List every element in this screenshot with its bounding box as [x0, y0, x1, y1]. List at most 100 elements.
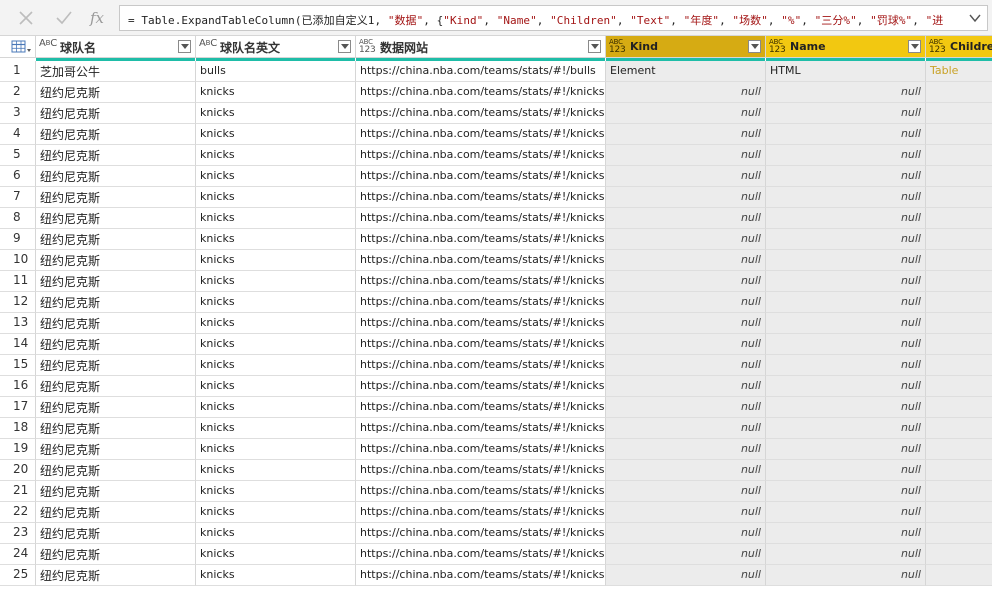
- row-number[interactable]: 20: [0, 460, 36, 481]
- cell-name[interactable]: null: [766, 82, 926, 103]
- expand-formula-button[interactable]: [967, 10, 983, 26]
- column-filter-dropdown[interactable]: [908, 40, 921, 53]
- cell-kind[interactable]: null: [606, 460, 766, 481]
- cell-url[interactable]: https://china.nba.com/teams/stats/#!/kni…: [356, 481, 606, 502]
- table-row[interactable]: 18 纽约尼克斯 knicks https://china.nba.com/teams…: [0, 418, 992, 439]
- cell-en[interactable]: knicks: [196, 229, 356, 250]
- cell-en[interactable]: knicks: [196, 355, 356, 376]
- cell-team[interactable]: 纽约尼克斯: [36, 376, 196, 397]
- cell-team[interactable]: 纽约尼克斯: [36, 355, 196, 376]
- row-number[interactable]: 13: [0, 313, 36, 334]
- cell-name[interactable]: null: [766, 418, 926, 439]
- cell-name[interactable]: null: [766, 145, 926, 166]
- cell-en[interactable]: knicks: [196, 418, 356, 439]
- table-row[interactable]: 12 纽约尼克斯 knicks https://china.nba.com/teams…: [0, 292, 992, 313]
- cell-url[interactable]: https://china.nba.com/teams/stats/#!/kni…: [356, 334, 606, 355]
- cell-name[interactable]: null: [766, 271, 926, 292]
- cell-en[interactable]: knicks: [196, 250, 356, 271]
- cell-children[interactable]: [926, 166, 992, 187]
- cell-kind[interactable]: null: [606, 313, 766, 334]
- cell-en[interactable]: knicks: [196, 82, 356, 103]
- cell-url[interactable]: https://china.nba.com/teams/stats/#!/kni…: [356, 439, 606, 460]
- cell-name[interactable]: null: [766, 166, 926, 187]
- cell-kind[interactable]: null: [606, 397, 766, 418]
- cell-en[interactable]: knicks: [196, 103, 356, 124]
- row-number[interactable]: 1: [0, 61, 36, 82]
- row-number[interactable]: 19: [0, 439, 36, 460]
- cell-team[interactable]: 纽约尼克斯: [36, 523, 196, 544]
- cell-name[interactable]: null: [766, 292, 926, 313]
- cell-team[interactable]: 芝加哥公牛: [36, 61, 196, 82]
- cell-children[interactable]: [926, 103, 992, 124]
- cell-children[interactable]: Table: [926, 61, 992, 82]
- table-row[interactable]: 10 纽约尼克斯 knicks https://china.nba.com/teams…: [0, 250, 992, 271]
- table-row[interactable]: 16 纽约尼克斯 knicks https://china.nba.com/teams…: [0, 376, 992, 397]
- cell-name[interactable]: null: [766, 481, 926, 502]
- table-row[interactable]: 19 纽约尼克斯 knicks https://china.nba.com/teams…: [0, 439, 992, 460]
- cell-kind[interactable]: null: [606, 334, 766, 355]
- row-number[interactable]: 3: [0, 103, 36, 124]
- row-number[interactable]: 18: [0, 418, 36, 439]
- cell-team[interactable]: 纽约尼克斯: [36, 544, 196, 565]
- cell-url[interactable]: https://china.nba.com/teams/stats/#!/kni…: [356, 271, 606, 292]
- column-header-3[interactable]: ABC 123 数据网站: [356, 36, 606, 58]
- cell-name[interactable]: null: [766, 439, 926, 460]
- cell-team[interactable]: 纽约尼克斯: [36, 103, 196, 124]
- cell-name[interactable]: null: [766, 523, 926, 544]
- cell-team[interactable]: 纽约尼克斯: [36, 460, 196, 481]
- row-number[interactable]: 22: [0, 502, 36, 523]
- cell-en[interactable]: knicks: [196, 523, 356, 544]
- row-number[interactable]: 7: [0, 187, 36, 208]
- row-number[interactable]: 25: [0, 565, 36, 586]
- cell-team[interactable]: 纽约尼克斯: [36, 82, 196, 103]
- table-row[interactable]: 13 纽约尼克斯 knicks https://china.nba.com/teams…: [0, 313, 992, 334]
- column-header-4[interactable]: ABC 123 Kind: [606, 36, 766, 58]
- cell-children[interactable]: [926, 460, 992, 481]
- cell-kind[interactable]: null: [606, 481, 766, 502]
- cell-url[interactable]: https://china.nba.com/teams/stats/#!/kni…: [356, 376, 606, 397]
- cell-children[interactable]: [926, 439, 992, 460]
- cell-kind[interactable]: null: [606, 103, 766, 124]
- cell-kind[interactable]: null: [606, 229, 766, 250]
- cell-en[interactable]: knicks: [196, 334, 356, 355]
- column-filter-dropdown[interactable]: [338, 40, 351, 53]
- cell-name[interactable]: HTML: [766, 61, 926, 82]
- cell-url[interactable]: https://china.nba.com/teams/stats/#!/kni…: [356, 355, 606, 376]
- table-row[interactable]: 24 纽约尼克斯 knicks https://china.nba.com/teams…: [0, 544, 992, 565]
- column-header-1[interactable]: ABC 球队名: [36, 36, 196, 58]
- cell-name[interactable]: null: [766, 103, 926, 124]
- cell-en[interactable]: knicks: [196, 313, 356, 334]
- cell-team[interactable]: 纽约尼克斯: [36, 166, 196, 187]
- cell-kind[interactable]: null: [606, 166, 766, 187]
- table-row[interactable]: 25 纽约尼克斯 knicks https://china.nba.com/teams…: [0, 565, 992, 586]
- cell-children[interactable]: [926, 481, 992, 502]
- column-type-icon[interactable]: ABC 123: [769, 39, 786, 55]
- table-row[interactable]: 3 纽约尼克斯 knicks https://china.nba.com/teams/…: [0, 103, 992, 124]
- cell-url[interactable]: https://china.nba.com/teams/stats/#!/kni…: [356, 418, 606, 439]
- cell-name[interactable]: null: [766, 250, 926, 271]
- column-filter-dropdown[interactable]: [178, 40, 191, 53]
- column-type-icon[interactable]: ABC: [199, 38, 217, 49]
- cell-children[interactable]: [926, 229, 992, 250]
- cell-name[interactable]: null: [766, 376, 926, 397]
- cell-team[interactable]: 纽约尼克斯: [36, 334, 196, 355]
- cell-kind[interactable]: null: [606, 82, 766, 103]
- cell-en[interactable]: bulls: [196, 61, 356, 82]
- cell-en[interactable]: knicks: [196, 544, 356, 565]
- formula-input[interactable]: = Table.ExpandTableColumn(已添加自定义1, "数据",…: [119, 5, 988, 31]
- cell-kind[interactable]: null: [606, 124, 766, 145]
- cell-kind[interactable]: null: [606, 271, 766, 292]
- cell-en[interactable]: knicks: [196, 481, 356, 502]
- cell-name[interactable]: null: [766, 229, 926, 250]
- column-header-6[interactable]: ABC123 Children: [926, 36, 992, 58]
- table-row[interactable]: 17 纽约尼克斯 knicks https://china.nba.com/teams…: [0, 397, 992, 418]
- cell-children[interactable]: [926, 271, 992, 292]
- cell-url[interactable]: https://china.nba.com/teams/stats/#!/kni…: [356, 250, 606, 271]
- cell-url[interactable]: https://china.nba.com/teams/stats/#!/kni…: [356, 460, 606, 481]
- cell-team[interactable]: 纽约尼克斯: [36, 565, 196, 586]
- row-number[interactable]: 8: [0, 208, 36, 229]
- cell-en[interactable]: knicks: [196, 460, 356, 481]
- row-number[interactable]: 23: [0, 523, 36, 544]
- cell-en[interactable]: knicks: [196, 502, 356, 523]
- table-row[interactable]: 9 纽约尼克斯 knicks https://china.nba.com/teams/…: [0, 229, 992, 250]
